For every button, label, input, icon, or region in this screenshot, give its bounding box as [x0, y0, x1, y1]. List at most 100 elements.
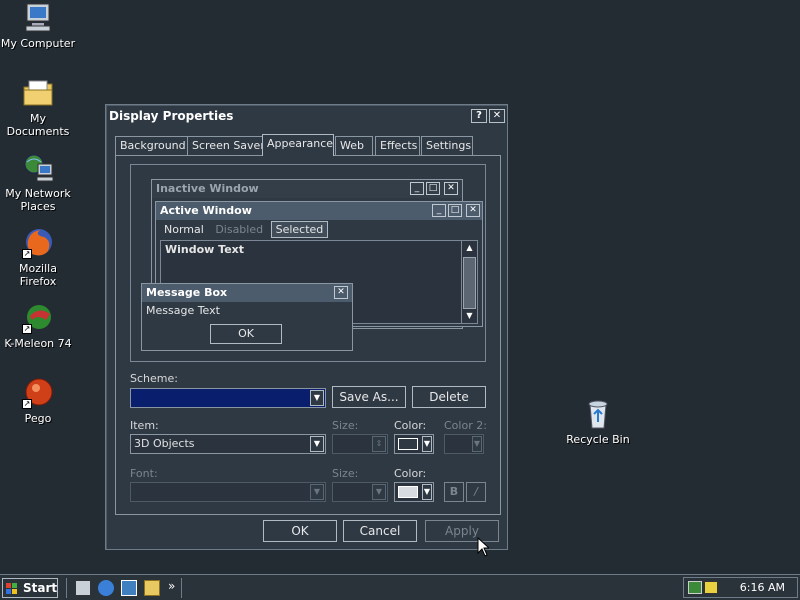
- bold-button: B: [444, 482, 464, 502]
- color-swatch: [398, 486, 418, 498]
- tab-effects[interactable]: Effects: [375, 136, 420, 155]
- close-icon: ✕: [444, 182, 458, 195]
- show-desktop-icon[interactable]: [75, 580, 91, 596]
- dialog-title: Display Properties: [109, 109, 234, 123]
- shortcut-arrow-icon: ↗: [22, 249, 32, 259]
- desktop-icon-label: My Network Places: [5, 187, 71, 213]
- outlook-express-icon[interactable]: [121, 580, 137, 596]
- internet-explorer-icon[interactable]: [98, 580, 114, 596]
- desktop-icon-kmeleon[interactable]: ↗ K-Meleon 74: [0, 302, 76, 350]
- chevron-down-icon: ▼: [372, 484, 386, 500]
- desktop-icon-label: Pego: [24, 412, 52, 425]
- window-text: Window Text: [165, 243, 245, 256]
- appearance-preview[interactable]: Inactive Window _ □ ✕ Active Window _ □ …: [130, 164, 486, 362]
- desktop-icon-label: Mozilla Firefox: [19, 262, 57, 288]
- tab-background[interactable]: Background: [115, 136, 191, 155]
- message-box-title: Message Box: [142, 284, 352, 302]
- recycle-bin-icon: [582, 398, 614, 430]
- computer-icon: [22, 2, 54, 34]
- chevron-down-icon: ▼: [310, 484, 324, 500]
- chevron-more-icon[interactable]: »: [168, 579, 175, 593]
- minimize-icon: _: [432, 204, 446, 217]
- system-tray: 6:16 AM: [683, 577, 798, 598]
- font-label: Font:: [130, 467, 158, 480]
- close-button[interactable]: ✕: [489, 109, 505, 123]
- item-color-picker[interactable]: ▼: [394, 434, 434, 454]
- color2-label: Color 2:: [444, 419, 487, 432]
- preview-message-box: Message Box ✕ Message Text OK: [141, 283, 353, 351]
- tray-app-icon[interactable]: [704, 581, 718, 594]
- delete-button[interactable]: Delete: [412, 386, 486, 408]
- size-spinner: ⇕: [332, 434, 388, 454]
- menu-normal: Normal: [164, 223, 204, 236]
- item-color2-picker: ▼: [444, 434, 484, 454]
- preview-menu-bar: Normal Disabled Selected: [156, 220, 482, 238]
- desktop-icon-recycle-bin[interactable]: Recycle Bin: [560, 398, 636, 446]
- network-places-icon: [22, 152, 54, 184]
- tab-appearance[interactable]: Appearance: [262, 134, 334, 156]
- italic-button: /: [466, 482, 486, 502]
- pego-icon: ↗: [22, 377, 54, 409]
- font-size-label: Size:: [332, 467, 359, 480]
- chevron-down-icon[interactable]: ▼: [310, 390, 324, 406]
- desktop-icon-my-documents[interactable]: My Documents: [0, 77, 76, 138]
- mouse-cursor-icon: [477, 536, 491, 560]
- menu-selected: Selected: [270, 221, 329, 238]
- desktop-icon-label: My Computer: [0, 37, 76, 50]
- menu-disabled: Disabled: [215, 223, 264, 236]
- close-icon: ✕: [334, 286, 348, 299]
- shortcut-arrow-icon: ↗: [22, 399, 32, 409]
- font-color-picker[interactable]: ▼: [394, 482, 434, 502]
- scheme-label: Scheme:: [130, 372, 178, 385]
- chevron-down-icon[interactable]: ▼: [422, 484, 432, 500]
- size-label: Size:: [332, 419, 359, 432]
- quick-launch: »: [66, 578, 182, 598]
- network-tray-icon[interactable]: [688, 581, 702, 594]
- shortcut-arrow-icon: ↗: [22, 324, 32, 334]
- clock[interactable]: 6:16 AM: [740, 581, 785, 594]
- windows-explorer-icon[interactable]: [144, 580, 160, 596]
- desktop-icon-label: Recycle Bin: [566, 433, 630, 446]
- scheme-select[interactable]: ▼: [130, 388, 326, 408]
- desktop-icon-firefox[interactable]: ↗ Mozilla Firefox: [0, 227, 76, 288]
- desktop-icon-label: K-Meleon 74: [4, 337, 72, 350]
- maximize-icon: □: [448, 204, 462, 217]
- font-size-select: ▼: [332, 482, 388, 502]
- color-label: Color:: [394, 419, 427, 432]
- color-swatch: [398, 438, 418, 450]
- kmeleon-icon: ↗: [22, 302, 54, 334]
- message-text: Message Text: [146, 304, 220, 317]
- chevron-down-icon[interactable]: ▼: [422, 436, 432, 452]
- ok-button[interactable]: OK: [263, 520, 337, 542]
- item-value: 3D Objects: [134, 437, 195, 450]
- tab-screen-saver[interactable]: Screen Saver: [187, 136, 270, 155]
- spinner-arrows-icon: ⇕: [372, 436, 386, 452]
- close-icon: ✕: [466, 204, 480, 217]
- firefox-icon: ↗: [22, 227, 54, 259]
- display-properties-dialog: Display Properties ? ✕ Background Screen…: [105, 104, 508, 550]
- dialog-titlebar[interactable]: Display Properties ? ✕: [107, 106, 506, 126]
- font-color-label: Color:: [394, 467, 427, 480]
- font-select: ▼: [130, 482, 326, 502]
- appearance-panel: Inactive Window _ □ ✕ Active Window _ □ …: [115, 155, 501, 515]
- desktop-icon-pego[interactable]: ↗ Pego: [0, 377, 76, 425]
- minimize-icon: _: [410, 182, 424, 195]
- windows-logo-icon: [6, 582, 18, 594]
- desktop-icon-my-computer[interactable]: My Computer: [0, 2, 76, 50]
- maximize-icon: □: [426, 182, 440, 195]
- scroll-down-icon: ▼: [466, 311, 473, 320]
- item-select[interactable]: 3D Objects ▼: [130, 434, 326, 454]
- tab-web[interactable]: Web: [335, 136, 373, 155]
- save-as-button[interactable]: Save As...: [332, 386, 406, 408]
- tab-settings[interactable]: Settings: [421, 136, 473, 155]
- chevron-down-icon[interactable]: ▼: [310, 436, 324, 452]
- start-button[interactable]: Start: [2, 578, 58, 598]
- cancel-button[interactable]: Cancel: [343, 520, 417, 542]
- scroll-thumb: [463, 257, 476, 309]
- folder-documents-icon: [22, 77, 54, 109]
- help-button[interactable]: ?: [471, 109, 487, 123]
- message-box-ok-button: OK: [210, 324, 282, 344]
- taskbar: Start » 6:16 AM: [0, 574, 800, 600]
- desktop-icon-network-places[interactable]: My Network Places: [0, 152, 76, 213]
- item-label: Item:: [130, 419, 159, 432]
